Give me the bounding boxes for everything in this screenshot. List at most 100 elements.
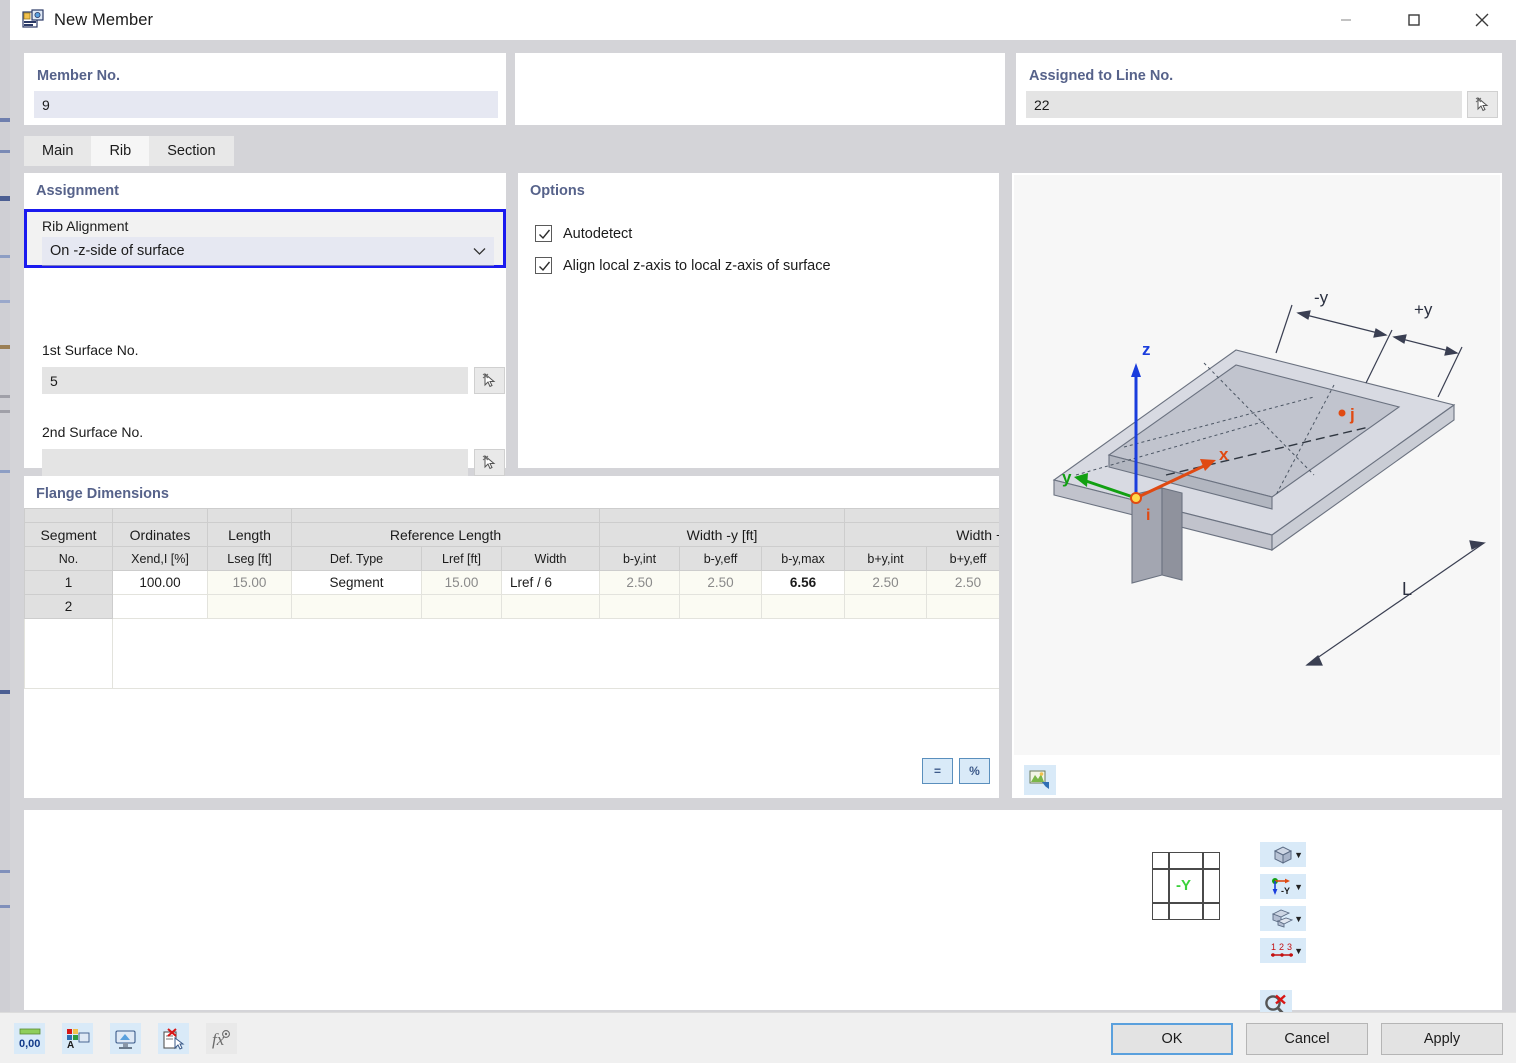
- chevron-down-icon[interactable]: ▼: [1294, 882, 1303, 892]
- svg-text:j: j: [1349, 405, 1355, 424]
- col-group-segment: Segment: [24, 522, 113, 547]
- tab-section[interactable]: Section: [149, 136, 234, 166]
- render-style-button[interactable]: ▼: [1260, 906, 1306, 931]
- col-sub-by-eff: b-y,eff: [679, 546, 763, 571]
- display-properties-button[interactable]: A: [62, 1023, 93, 1054]
- render-settings-icon[interactable]: [1024, 765, 1056, 795]
- dialog-footer: 0,00 A fx OK Cancel Apply: [0, 1012, 1516, 1063]
- row-1-no: 1: [24, 570, 113, 595]
- tab-main[interactable]: Main: [24, 136, 92, 166]
- equals-button-label: =: [933, 764, 941, 778]
- col-sub-bplusy-eff: b+y,eff: [926, 546, 999, 571]
- second-surface-input[interactable]: [42, 449, 468, 476]
- axis-orientation-button[interactable]: -Y ▼: [1260, 874, 1306, 899]
- row-1-by-int: 2.50: [599, 570, 681, 595]
- percent-button-label: %: [969, 764, 980, 778]
- title-bar: New Member: [10, 0, 1516, 40]
- equals-button[interactable]: =: [922, 758, 953, 784]
- row-2-by-max[interactable]: [761, 594, 846, 619]
- flange-table[interactable]: Segment Ordinates Length Reference Lengt…: [24, 508, 999, 689]
- table-spacer-row: [24, 508, 999, 523]
- dim-minus-y-label: -y: [1314, 288, 1329, 307]
- row-1-width[interactable]: Lref / 6: [500, 570, 601, 595]
- col-group-length: Length: [207, 522, 292, 547]
- col-group-ordinates: Ordinates: [112, 522, 208, 547]
- table-row[interactable]: 2: [24, 594, 999, 619]
- row-1-def-type[interactable]: Segment: [291, 570, 422, 595]
- apply-button[interactable]: Apply: [1381, 1023, 1503, 1055]
- close-icon[interactable]: [1448, 0, 1516, 40]
- tab-main-label: Main: [42, 143, 74, 159]
- rib-alignment-select[interactable]: On -z-side of surface: [42, 237, 494, 266]
- svg-text:1: 1: [1271, 942, 1276, 952]
- numbering-button[interactable]: 1 2 3 ▼: [1260, 938, 1306, 963]
- tab-rib[interactable]: Rib: [91, 136, 150, 166]
- col-sub-xend: Xend,I [%]: [112, 546, 208, 571]
- col-sub-lref: Lref [ft]: [421, 546, 502, 571]
- row-1-by-max[interactable]: 6.56: [761, 570, 846, 595]
- autodetect-checkbox[interactable]: [535, 225, 552, 242]
- row-2-width[interactable]: [500, 594, 601, 619]
- member-icon: [22, 9, 44, 31]
- row-1-bplusy-int: 2.50: [844, 570, 928, 595]
- cube-icon: [1273, 845, 1293, 864]
- align-z-axis-checkbox[interactable]: [535, 257, 552, 274]
- col-group-width-minus-y: Width -y [ft]: [599, 522, 846, 547]
- units-button[interactable]: 0,00: [14, 1023, 45, 1054]
- window-title: New Member: [54, 10, 154, 29]
- row-2-xend[interactable]: [112, 594, 208, 619]
- table-row[interactable]: 1 100.00 15.00 Segment 15.00 Lref / 6 2.…: [24, 570, 999, 595]
- option-autodetect[interactable]: Autodetect: [535, 225, 632, 242]
- chevron-down-icon[interactable]: ▼: [1294, 946, 1303, 956]
- fx-icon: fx: [212, 1030, 230, 1049]
- rib-geometry-svg: z x y i j -y +y L: [1052, 288, 1486, 666]
- preview-canvas[interactable]: z x y i j -y +y L: [1014, 175, 1500, 755]
- row-2-lref: [421, 594, 502, 619]
- row-2-bplusy-int: [844, 594, 928, 619]
- view-button[interactable]: [110, 1023, 141, 1054]
- svg-text:0,00: 0,00: [19, 1038, 40, 1050]
- rib-alignment-focus: Rib Alignment On -z-side of surface: [24, 209, 506, 268]
- assigned-line-pick-cursor-icon[interactable]: [1467, 91, 1498, 118]
- options-panel: Options Autodetect Align local z-axis to…: [518, 173, 999, 468]
- table-empty-row[interactable]: [24, 618, 999, 689]
- tab-strip: Main Rib Section: [24, 136, 234, 166]
- apply-button-label: Apply: [1423, 1031, 1461, 1047]
- chevron-down-icon[interactable]: ▼: [1294, 914, 1303, 924]
- col-sub-width: Width: [500, 546, 601, 571]
- percent-button[interactable]: %: [959, 758, 990, 784]
- first-surface-input[interactable]: 5: [42, 367, 468, 394]
- col-sub-segment-no: No.: [24, 546, 113, 571]
- window-controls: [1312, 0, 1516, 40]
- ok-button[interactable]: OK: [1111, 1023, 1233, 1055]
- navigation-cube[interactable]: -Y: [1152, 852, 1220, 920]
- minimize-icon[interactable]: [1312, 0, 1380, 40]
- formula-button[interactable]: fx: [206, 1023, 237, 1054]
- maximize-icon[interactable]: [1380, 0, 1448, 40]
- assigned-line-input[interactable]: 22: [1026, 91, 1462, 118]
- flange-dimensions-panel: Flange Dimensions Segment Ordinates Leng…: [24, 476, 999, 772]
- delete-button[interactable]: [158, 1023, 189, 1054]
- first-surface-pick-cursor-icon[interactable]: [474, 367, 505, 394]
- flange-title: Flange Dimensions: [36, 486, 169, 502]
- assignment-panel: Assignment Rib Alignment On -z-side of s…: [24, 173, 506, 476]
- option-align-z-axis[interactable]: Align local z-axis to local z-axis of su…: [535, 257, 831, 274]
- row-1-xend[interactable]: 100.00: [112, 570, 208, 595]
- monitor-icon: [114, 1029, 136, 1049]
- cancel-button[interactable]: Cancel: [1246, 1023, 1368, 1055]
- member-no-group: Member No. 9: [24, 53, 506, 125]
- first-surface-label: 1st Surface No.: [42, 342, 139, 358]
- preview-panel: z x y i j -y +y L: [1012, 173, 1502, 798]
- second-surface-pick-cursor-icon[interactable]: [474, 449, 505, 476]
- chevron-down-icon[interactable]: ▼: [1294, 850, 1303, 860]
- assignment-title: Assignment: [36, 183, 119, 199]
- dialog-body: Member No. 9 Assigned to Line No. 22 Mai…: [10, 40, 1516, 1020]
- view-mode-button[interactable]: ▼: [1260, 842, 1306, 867]
- member-no-input[interactable]: 9: [34, 91, 498, 118]
- svg-text:y: y: [1062, 468, 1072, 487]
- navcube-face-label: -Y: [1176, 877, 1191, 894]
- chevron-down-icon: [473, 244, 486, 259]
- middle-blank-group: [515, 53, 1005, 125]
- dim-plus-y-label: +y: [1414, 300, 1433, 319]
- row-2-def-type[interactable]: [291, 594, 422, 619]
